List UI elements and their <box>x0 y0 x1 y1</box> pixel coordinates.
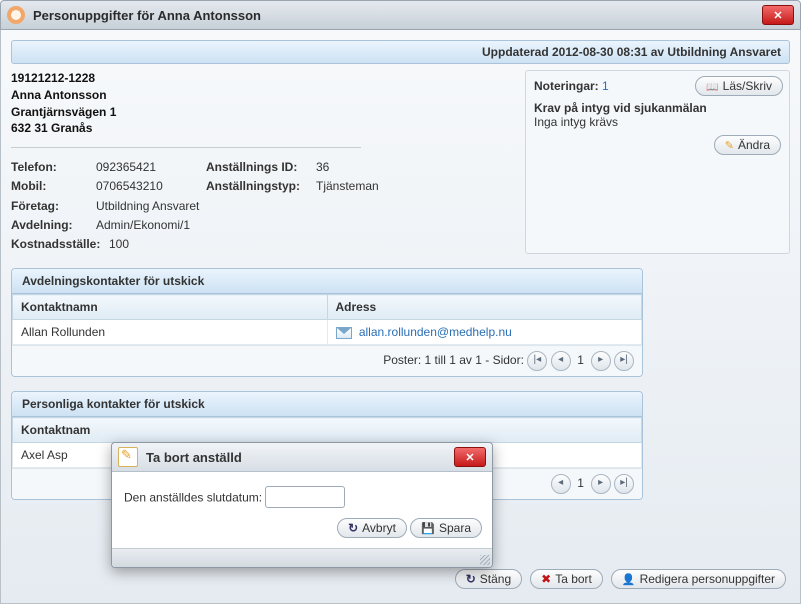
pencil-icon <box>725 138 734 152</box>
pager-prev-button[interactable]: ◂ <box>551 474 571 494</box>
close-button[interactable]: Stäng <box>455 569 522 589</box>
edit-note-icon <box>118 447 138 467</box>
pager-last-button[interactable]: ▸| <box>614 474 634 494</box>
pager-page-2: 1 <box>577 476 584 490</box>
kostnad-label: Kostnadsställe: <box>11 235 109 254</box>
dept-contacts-panel: Avdelningskontakter för utskick Kontaktn… <box>11 268 643 377</box>
anst-id-label: Anställnings ID: <box>206 158 316 177</box>
telefon-label: Telefon: <box>11 158 96 177</box>
person-postal: 632 31 Granås <box>11 121 92 135</box>
window-title: Personuppgifter för Anna Antonsson <box>33 8 762 23</box>
person-name: Anna Antonsson <box>11 88 107 102</box>
pager-text: Poster: 1 till 1 av 1 - Sidor: <box>383 353 524 367</box>
krav-value: Inga intyg krävs <box>534 115 781 129</box>
mobil-label: Mobil: <box>11 177 96 196</box>
col-adress: Adress <box>327 295 642 320</box>
change-button[interactable]: Ändra <box>714 135 781 155</box>
noteringar-label: Noteringar: <box>534 79 599 93</box>
avdelning-value: Admin/Ekonomi/1 <box>96 216 190 235</box>
dialog-titlebar: Ta bort anställd ✕ <box>112 443 492 472</box>
kostnad-value: 100 <box>109 235 129 254</box>
end-date-input[interactable] <box>265 486 345 508</box>
window-titlebar: Personuppgifter för Anna Antonsson ✕ <box>0 0 801 30</box>
person-ssn: 19121212-1228 <box>11 71 95 85</box>
mobil-value: 0706543210 <box>96 177 206 196</box>
person-avatar-icon <box>7 6 25 24</box>
dialog-cancel-button[interactable]: Avbryt <box>337 518 407 538</box>
read-write-button[interactable]: Läs/Skriv <box>695 76 783 96</box>
person-info-block: 19121212-1228 Anna Antonsson Grantjärnsv… <box>11 70 525 254</box>
col-kontaktnamn-2: Kontaktnam <box>13 418 642 443</box>
undo-icon <box>348 521 358 535</box>
dialog-close-button[interactable]: ✕ <box>454 447 486 467</box>
anst-id-value: 36 <box>316 158 329 177</box>
person-street: Grantjärnsvägen 1 <box>11 105 116 119</box>
refresh-icon <box>466 572 476 586</box>
dialog-resize-grip[interactable] <box>112 548 492 567</box>
telefon-value: 092365421 <box>96 158 206 177</box>
end-date-label: Den anställdes slutdatum: <box>124 491 262 505</box>
pager-first-button[interactable]: |◂ <box>527 351 547 371</box>
remove-employee-dialog: Ta bort anställd ✕ Den anställdes slutda… <box>111 442 493 568</box>
pager-next-button[interactable]: ▸ <box>591 351 611 371</box>
mail-icon <box>336 327 352 339</box>
anst-typ-value: Tjänsteman <box>316 177 379 196</box>
dialog-title: Ta bort anställd <box>146 450 454 465</box>
table-row[interactable]: Allan Rollunden allan.rollunden@medhelp.… <box>13 320 642 345</box>
pager-next-button[interactable]: ▸ <box>591 474 611 494</box>
foretag-value: Utbildning Ansvaret <box>96 197 199 216</box>
noteringar-count-link[interactable]: 1 <box>602 79 609 93</box>
personal-contacts-title: Personliga kontakter för utskick <box>12 392 642 417</box>
dept-contacts-title: Avdelningskontakter för utskick <box>12 269 642 294</box>
x-icon <box>541 572 551 586</box>
foretag-label: Företag: <box>11 197 96 216</box>
dialog-save-button[interactable]: Spara <box>410 518 482 538</box>
notes-panel: Läs/Skriv Noteringar: 1 Krav på intyg vi… <box>525 70 790 254</box>
contact-email-link[interactable]: allan.rollunden@medhelp.nu <box>359 325 512 339</box>
updated-bar: Uppdaterad 2012-08-30 08:31 av Utbildnin… <box>11 40 790 64</box>
divider <box>11 147 361 148</box>
main-window: Personuppgifter för Anna Antonsson ✕ Upp… <box>0 0 801 603</box>
window-close-button[interactable]: ✕ <box>762 5 794 25</box>
pager-prev-button[interactable]: ◂ <box>551 351 571 371</box>
window-body: Uppdaterad 2012-08-30 08:31 av Utbildnin… <box>0 30 801 604</box>
edit-person-button[interactable]: Redigera personuppgifter <box>611 569 786 589</box>
anst-typ-label: Anställningstyp: <box>206 177 316 196</box>
pager-page: 1 <box>577 353 584 367</box>
contact-name-cell: Allan Rollunden <box>13 320 328 345</box>
person-icon <box>622 572 636 586</box>
footer-buttons: Stäng Ta bort Redigera personuppgifter <box>455 569 786 589</box>
col-kontaktnamn: Kontaktnamn <box>13 295 328 320</box>
pager-last-button[interactable]: ▸| <box>614 351 634 371</box>
avdelning-label: Avdelning: <box>11 216 96 235</box>
krav-label: Krav på intyg vid sjukanmälan <box>534 101 781 115</box>
dept-pager: Poster: 1 till 1 av 1 - Sidor: |◂ ◂ 1 ▸ … <box>12 345 642 376</box>
book-icon <box>706 79 718 93</box>
contact-addr-cell: allan.rollunden@medhelp.nu <box>327 320 642 345</box>
remove-button[interactable]: Ta bort <box>530 569 603 589</box>
disk-icon <box>421 521 435 535</box>
